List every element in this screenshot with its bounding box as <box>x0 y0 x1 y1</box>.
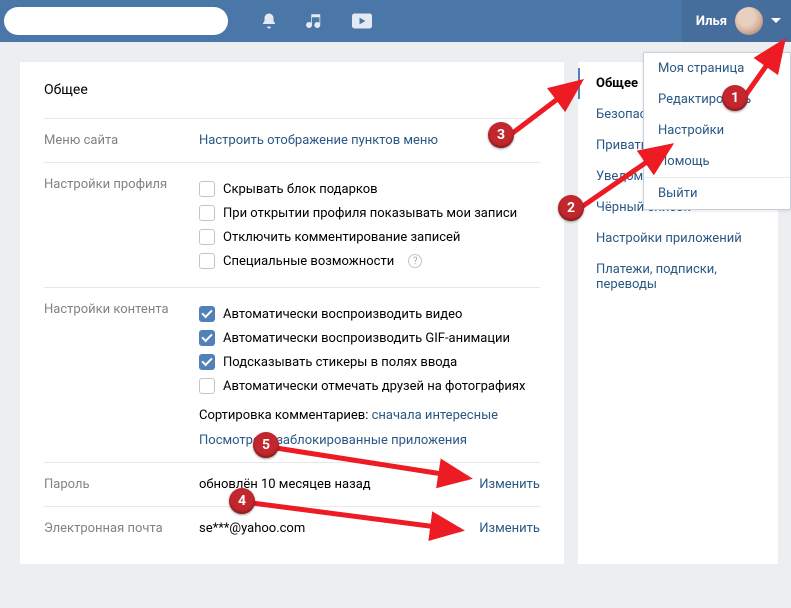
link-configure-menu[interactable]: Настроить отображение пунктов меню <box>199 133 438 148</box>
checkbox-label: Скрывать блок подарков <box>223 182 378 197</box>
row-email: Электронная почта se***@yahoo.com Измени… <box>44 506 540 550</box>
content-option-0[interactable]: Автоматически воспроизводить видео <box>199 302 540 326</box>
search-input[interactable] <box>4 7 228 35</box>
music-icon[interactable] <box>306 12 324 30</box>
row-content-settings: Настройки контента Автоматически воспрои… <box>44 287 540 462</box>
profile-option-0[interactable]: Скрывать блок подарков <box>199 177 540 201</box>
video-icon[interactable] <box>352 13 372 29</box>
checkbox-label: Специальные возможности <box>223 254 394 269</box>
user-dropdown: Моя страница Редактировать Настройки Пом… <box>643 52 791 210</box>
dd-edit[interactable]: Редактировать <box>644 84 790 115</box>
help-icon[interactable]: ? <box>408 254 422 268</box>
page-title: Общее <box>44 82 540 118</box>
content-option-2[interactable]: Подсказывать стикеры в полях ввода <box>199 350 540 374</box>
checkbox[interactable] <box>199 205 215 221</box>
checkbox-label: Автоматически воспроизводить видео <box>223 307 462 322</box>
dd-logout[interactable]: Выйти <box>644 178 790 209</box>
checkbox[interactable] <box>199 330 215 346</box>
checkbox[interactable] <box>199 354 215 370</box>
checkbox-label: Подсказывать стикеры в полях ввода <box>223 355 457 370</box>
checkbox[interactable] <box>199 306 215 322</box>
top-header: Илья <box>0 0 791 42</box>
row-password: Пароль обновлён 10 месяцев назад Изменит… <box>44 462 540 506</box>
label-site-menu: Меню сайта <box>44 133 199 148</box>
dd-my-page[interactable]: Моя страница <box>644 53 790 84</box>
profile-option-1[interactable]: При открытии профиля показывать мои запи… <box>199 201 540 225</box>
username: Илья <box>696 14 727 29</box>
checkbox-label: Автоматически воспроизводить GIF-анимаци… <box>223 331 510 346</box>
checkbox[interactable] <box>199 181 215 197</box>
user-menu-toggle[interactable]: Илья <box>682 0 791 42</box>
bell-icon[interactable] <box>260 12 278 30</box>
sort-value[interactable]: сначала интересные <box>372 408 498 423</box>
sidebar-item-5[interactable]: Настройки приложений <box>578 223 778 254</box>
settings-content: Общее Меню сайта Настроить отображение п… <box>20 62 564 564</box>
profile-option-2[interactable]: Отключить комментирование записей <box>199 225 540 249</box>
dd-help[interactable]: Помощь <box>644 146 790 177</box>
checkbox-label: При открытии профиля показывать мои запи… <box>223 206 517 221</box>
dd-settings[interactable]: Настройки <box>644 115 790 146</box>
label-email: Электронная почта <box>44 521 199 536</box>
checkbox[interactable] <box>199 253 215 269</box>
sort-label: Сортировка комментариев: <box>199 408 368 423</box>
row-site-menu: Меню сайта Настроить отображение пунктов… <box>44 118 540 162</box>
label-password: Пароль <box>44 477 199 492</box>
checkbox-label: Отключить комментирование записей <box>223 230 460 245</box>
content-option-1[interactable]: Автоматически воспроизводить GIF-анимаци… <box>199 326 540 350</box>
email-change[interactable]: Изменить <box>479 521 540 536</box>
password-change[interactable]: Изменить <box>479 477 540 492</box>
profile-option-3[interactable]: Специальные возможности? <box>199 249 540 273</box>
email-value: se***@yahoo.com <box>199 521 305 536</box>
label-profile-settings: Настройки профиля <box>44 177 199 273</box>
checkbox[interactable] <box>199 378 215 394</box>
checkbox-label: Автоматически отмечать друзей на фотогра… <box>223 379 525 394</box>
sidebar-item-6[interactable]: Платежи, подписки, переводы <box>578 254 778 300</box>
row-profile-settings: Настройки профиля Скрывать блок подарков… <box>44 162 540 287</box>
avatar <box>735 7 763 35</box>
checkbox[interactable] <box>199 229 215 245</box>
password-value: обновлён 10 месяцев назад <box>199 477 371 492</box>
chevron-down-icon <box>771 18 781 24</box>
header-icons <box>260 12 372 30</box>
content-option-3[interactable]: Автоматически отмечать друзей на фотогра… <box>199 374 540 398</box>
link-blocked-apps[interactable]: Посмотреть заблокированные приложения <box>199 433 467 448</box>
label-content-settings: Настройки контента <box>44 302 199 448</box>
